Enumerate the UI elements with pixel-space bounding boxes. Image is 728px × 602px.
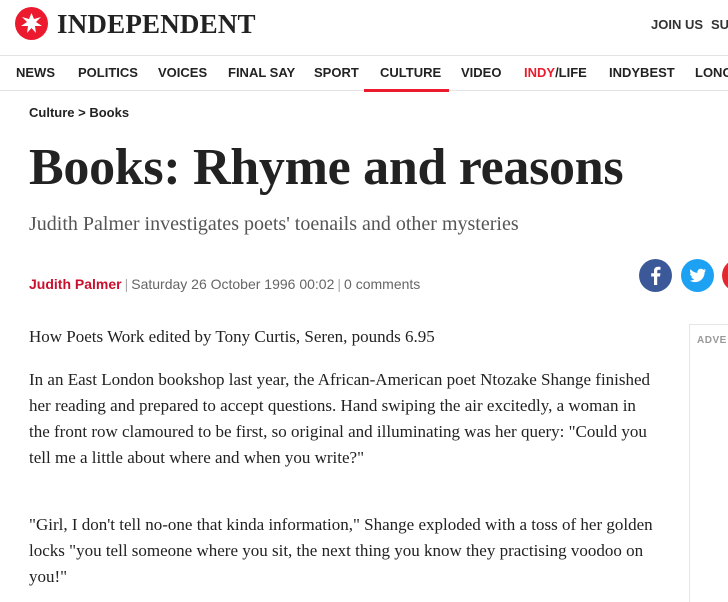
nav-item-video[interactable]: VIDEO xyxy=(461,56,501,91)
byline-divider: | xyxy=(124,276,129,292)
subscribe-link[interactable]: SUB xyxy=(711,17,728,32)
nav-life-label: /LIFE xyxy=(555,65,587,80)
nav-item-news[interactable]: NEWS xyxy=(16,56,55,91)
article-paragraph: "Girl, I don't tell no-one that kinda in… xyxy=(29,515,653,586)
more-share-button[interactable] xyxy=(722,259,728,292)
article-standfirst: Judith Palmer investigates poets' toenai… xyxy=(29,213,519,235)
nav-item-politics[interactable]: POLITICS xyxy=(78,56,138,91)
join-us-link[interactable]: JOIN US xyxy=(651,17,703,32)
nav-item-indybest[interactable]: INDYBEST xyxy=(609,56,675,91)
nav-item-final-say[interactable]: FINAL SAY xyxy=(228,56,295,91)
facebook-share-button[interactable] xyxy=(639,259,672,292)
nav-item-sport[interactable]: SPORT xyxy=(314,56,359,91)
site-logo-wordmark[interactable]: INDEPENDENT xyxy=(57,8,256,40)
advertisement-label: ADVE xyxy=(697,335,727,346)
article-headline: Books: Rhyme and reasons xyxy=(29,139,624,196)
facebook-icon xyxy=(651,266,661,285)
share-icon xyxy=(722,259,728,292)
publish-date: Saturday 26 October 1996 00:02 xyxy=(131,276,335,292)
nav-item-indy-life[interactable]: INDY/LIFE xyxy=(524,56,587,91)
byline-divider: | xyxy=(337,276,342,292)
independent-eagle-logo-icon[interactable] xyxy=(15,7,48,40)
twitter-share-button[interactable] xyxy=(681,259,714,292)
header-actions: JOIN US SUB xyxy=(651,17,728,32)
site-header: INDEPENDENT JOIN US SUB xyxy=(0,0,728,54)
advertisement-slot[interactable]: ADVE xyxy=(689,324,728,602)
article-paragraph: In an East London bookshop last year, th… xyxy=(29,370,651,467)
article-paragraph: How Poets Work edited by Tony Curtis, Se… xyxy=(29,327,435,346)
nav-indy-label: INDY xyxy=(524,65,556,80)
nav-item-long-reads[interactable]: LONG xyxy=(695,56,728,91)
author-link[interactable]: Judith Palmer xyxy=(29,276,122,292)
article-byline: Judith Palmer | Saturday 26 October 1996 0… xyxy=(29,276,420,292)
main-navigation: NEWS POLITICS VOICES FINAL SAY SPORT CUL… xyxy=(0,55,728,92)
breadcrumb[interactable]: Culture > Books xyxy=(29,105,129,120)
comments-link[interactable]: 0 comments xyxy=(344,276,420,292)
nav-item-voices[interactable]: VOICES xyxy=(158,56,207,91)
nav-item-culture[interactable]: CULTURE xyxy=(363,56,450,92)
twitter-icon xyxy=(689,268,706,283)
